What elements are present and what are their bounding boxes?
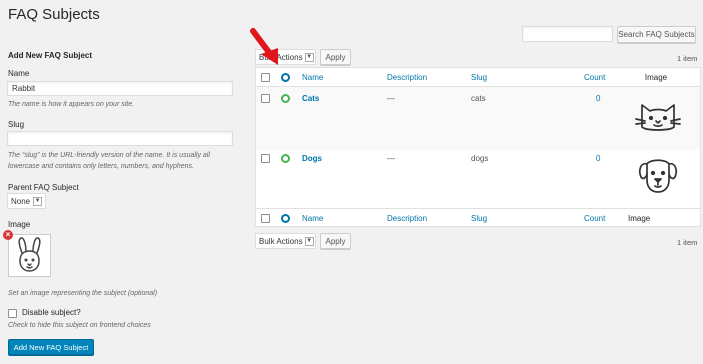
column-count[interactable]: Count: [584, 73, 605, 82]
dog-icon: [636, 152, 680, 198]
bulk-actions-value-bottom: Bulk Actions: [259, 236, 303, 246]
row-checkbox[interactable]: [261, 154, 270, 163]
items-count-bottom: 1 item: [677, 238, 698, 247]
row-description: —: [387, 154, 395, 163]
cat-icon: [634, 97, 682, 135]
column-count-footer[interactable]: Count: [584, 214, 605, 223]
row-count-link[interactable]: 0: [596, 154, 600, 163]
column-name-footer[interactable]: Name: [302, 214, 323, 223]
search-input[interactable]: [522, 26, 613, 42]
name-description: The name is how it appears on your site.: [8, 101, 135, 108]
rabbit-icon: [18, 237, 41, 272]
slug-description-line2: lowercase and contains only letters, num…: [8, 163, 194, 170]
status-circle-icon: [281, 154, 290, 163]
chevron-down-icon: ▼: [304, 236, 314, 246]
status-circle-icon: [281, 94, 290, 103]
disable-subject-label: Disable subject?: [22, 308, 81, 317]
column-slug-footer[interactable]: Slug: [471, 214, 487, 223]
subjects-table: Name Description Slug Count Image Cats —…: [255, 67, 701, 227]
column-name[interactable]: Name: [302, 73, 323, 82]
status-circle-icon: [281, 214, 290, 223]
disable-subject-checkbox[interactable]: [8, 309, 17, 318]
column-image: Image: [644, 73, 668, 82]
status-circle-icon: [281, 73, 290, 82]
chevron-down-icon: ▼: [33, 196, 43, 206]
column-description[interactable]: Description: [387, 73, 427, 82]
subject-image-preview[interactable]: [8, 234, 51, 277]
parent-label: Parent FAQ Subject: [8, 183, 79, 192]
select-all-checkbox-footer[interactable]: [261, 214, 270, 223]
parent-select[interactable]: None ▼: [7, 193, 46, 209]
column-description-footer[interactable]: Description: [387, 214, 427, 223]
add-new-faq-subject-button[interactable]: Add New FAQ Subject: [8, 339, 94, 355]
bulk-actions-select-bottom[interactable]: Bulk Actions ▼: [255, 233, 316, 249]
column-slug[interactable]: Slug: [471, 73, 487, 82]
form-heading: Add New FAQ Subject: [8, 51, 93, 60]
row-name-link[interactable]: Dogs: [302, 154, 322, 163]
table-header: Name Description Slug Count Image: [256, 68, 700, 87]
name-label: Name: [8, 69, 30, 78]
parent-select-value: None: [11, 196, 31, 206]
name-field[interactable]: Rabbit: [7, 81, 233, 96]
disable-subject-description: Check to hide this subject on frontend c…: [8, 322, 151, 329]
table-row: Dogs — dogs 0: [256, 150, 700, 208]
row-count-link[interactable]: 0: [596, 94, 600, 103]
row-slug: cats: [471, 94, 486, 103]
slug-description-line1: The “slug” is the URL-friendly version o…: [8, 152, 210, 159]
row-slug: dogs: [471, 154, 489, 163]
image-label: Image: [8, 220, 31, 229]
annotation-arrow-icon: [250, 28, 278, 65]
column-image-footer: Image: [628, 214, 651, 223]
row-name-link[interactable]: Cats: [302, 94, 319, 103]
page-title: FAQ Subjects: [8, 6, 100, 23]
table-row: Cats — cats 0: [256, 87, 700, 150]
row-description: —: [387, 94, 395, 103]
table-footer: Name Description Slug Count Image: [256, 208, 700, 227]
row-checkbox[interactable]: [261, 94, 270, 103]
remove-image-icon[interactable]: ×: [3, 230, 13, 240]
apply-button-bottom[interactable]: Apply: [320, 233, 351, 249]
chevron-down-icon: ▼: [304, 52, 314, 62]
search-button[interactable]: Search FAQ Subjects: [617, 26, 696, 43]
items-count-top: 1 item: [677, 54, 698, 63]
slug-label: Slug: [8, 120, 25, 129]
select-all-checkbox[interactable]: [261, 73, 270, 82]
slug-field[interactable]: [7, 131, 233, 146]
apply-button-top[interactable]: Apply: [320, 49, 351, 65]
image-description: Set an image representing the subject (o…: [8, 290, 158, 297]
